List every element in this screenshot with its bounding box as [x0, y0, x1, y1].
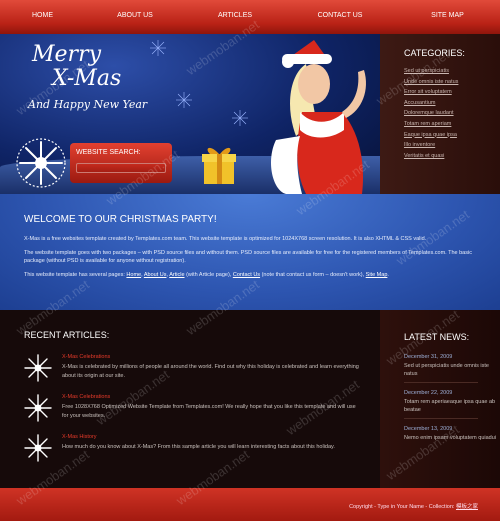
news-date: December 22, 2009 [404, 390, 453, 396]
link-home[interactable]: Home [126, 272, 141, 278]
recent-articles-title: RECENT ARTICLES: [24, 330, 110, 340]
article-title-link[interactable]: X-Mas Celebrations [62, 394, 110, 400]
category-link[interactable]: Doloremque laudant [404, 108, 500, 119]
article-item: X-Mas History How much do you know about… [24, 434, 354, 468]
hero-subtitle: And Happy New Year [28, 98, 148, 111]
categories-title: CATEGORIES: [404, 48, 465, 58]
article-title-link[interactable]: X-Mas Celebrations [62, 354, 110, 360]
news-item: December 22, 2009 Totam rem aperiaeaque … [404, 390, 500, 419]
firework-icon [232, 110, 248, 126]
pages-end: . [387, 272, 389, 278]
nav-about-us[interactable]: ABOUT US [85, 0, 185, 34]
search-label: WEBSITE SEARCH: [76, 149, 141, 156]
copyright-text: Copyright - Type in Your Name - Collecti… [349, 504, 455, 510]
link-about-us[interactable]: About Us [144, 272, 167, 278]
news-item: December 13, 2009 Nemo enim ipsam volupt… [404, 426, 500, 442]
hero-title-xmas: X-Mas [52, 66, 122, 91]
category-link[interactable]: Error sit voluptatem [404, 87, 500, 98]
link-contact-us[interactable]: Contact Us [233, 272, 260, 278]
article-excerpt: How much do you know about X-Mas? From t… [62, 444, 335, 450]
news-text: Totam rem aperiaeaque ipsa quae ab beata… [404, 399, 496, 413]
gift-box-icon [202, 147, 236, 184]
article-item: X-Mas Celebrations X-Mas is celebrated b… [24, 354, 359, 388]
article-excerpt: X-Mas is celebrated by millions of peopl… [62, 364, 359, 379]
snowflake-icon [24, 394, 52, 422]
welcome-section: WELCOME TO OUR CHRISTMAS PARTY! X-Mas is… [0, 194, 500, 310]
firework-icon [176, 92, 192, 108]
news-date: December 31, 2009 [404, 354, 453, 360]
latest-news-title: LATEST NEWS: [404, 332, 470, 342]
news-text: Nemo enim ipsam voluptatem quiadui [404, 435, 497, 441]
news-item: December 31, 2009 Sed ut perspiciatis un… [404, 354, 500, 383]
category-link[interactable]: Veritatis et quasi [404, 151, 500, 162]
nav-articles[interactable]: ARTICLES [185, 0, 285, 34]
website-search: WEBSITE SEARCH: [70, 143, 172, 183]
category-link[interactable]: Unde omnis iste natus [404, 77, 500, 88]
link-article[interactable]: Article [169, 272, 184, 278]
firework-icon [150, 40, 166, 56]
footer-copyright: Copyright - Type in Your Name - Collecti… [349, 502, 478, 510]
search-input[interactable] [76, 163, 166, 173]
category-link[interactable]: Accusantium [404, 98, 500, 109]
contact-note: (note that contact us form – doesn't wor… [261, 272, 365, 278]
snowflake-icon [24, 434, 52, 462]
nav-site-map[interactable]: SITE MAP [395, 0, 500, 34]
nav-home[interactable]: HOME [0, 0, 85, 34]
lower-section: RECENT ARTICLES: X-Mas Celebrations X-Ma… [0, 310, 500, 488]
nav-contact-us[interactable]: CONTACT US [285, 0, 395, 34]
santa-girl-illustration [271, 40, 366, 194]
welcome-title: WELCOME TO OUR CHRISTMAS PARTY! [24, 214, 217, 225]
welcome-pages-paragraph: This website template has several pages:… [24, 272, 389, 278]
welcome-paragraph: The website template goes with two packa… [24, 250, 472, 264]
hero-banner: Merry X-Mas And Happy New Year WEBSITE S… [0, 34, 380, 194]
article-item: X-Mas Celebrations Free 1028X768 Optimiz… [24, 394, 356, 428]
pages-intro: This website template has several pages: [24, 272, 125, 278]
main-nav: HOME ABOUT US ARTICLES CONTACT US SITE M… [0, 0, 500, 34]
news-text: Sed ut perspiciatis unde omnis iste natu… [404, 363, 489, 377]
categories-panel: CATEGORIES: Sed ut perspiciatis Unde omn… [380, 34, 500, 194]
link-site-map[interactable]: Site Map [366, 272, 388, 278]
category-link[interactable]: Illo inventore [404, 140, 500, 151]
welcome-paragraph: X-Mas is a free websites template create… [24, 236, 427, 242]
hero-title-merry: Merry [32, 42, 102, 67]
snowflake-icon [24, 354, 52, 382]
news-date: December 13, 2009 [404, 426, 453, 432]
footer: Copyright - Type in Your Name - Collecti… [0, 488, 500, 521]
latest-news-panel: LATEST NEWS: December 31, 2009 Sed ut pe… [380, 310, 500, 488]
article-title-link[interactable]: X-Mas History [62, 434, 97, 440]
snowflake-icon [16, 138, 66, 188]
article-note: (with Article page), [186, 272, 232, 278]
article-excerpt: Free 1028X768 Optimized Website Template… [62, 404, 356, 419]
category-link[interactable]: Totam rem aperiam [404, 119, 500, 130]
category-link[interactable]: Sed ut perspiciatis [404, 66, 500, 77]
news-divider [404, 418, 478, 419]
collection-link[interactable]: 模板之家 [456, 504, 478, 510]
category-link[interactable]: Eaque ipsa quae ipsa [404, 130, 500, 141]
news-divider [404, 382, 478, 383]
